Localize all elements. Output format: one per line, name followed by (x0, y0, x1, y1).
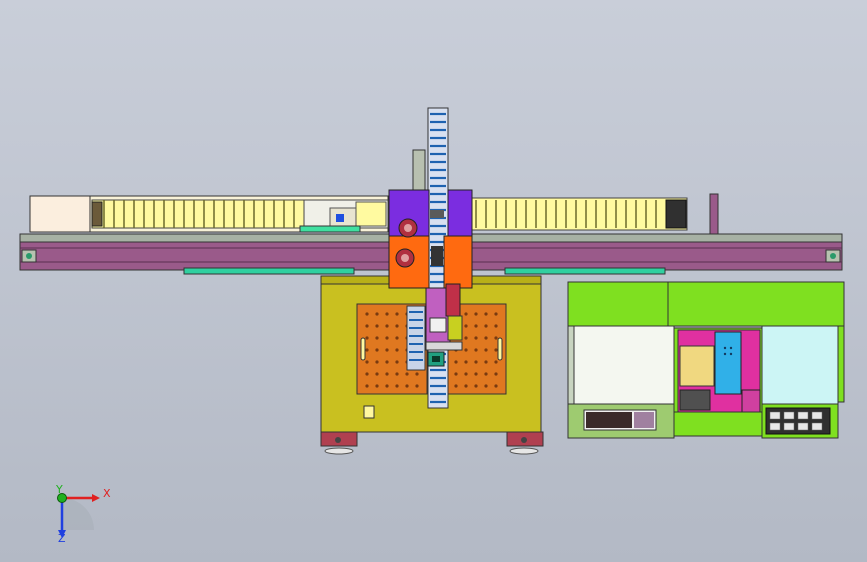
left-belt-conveyor[interactable] (29, 195, 389, 233)
triad-z-label: Z (58, 532, 66, 545)
triad-y-label: Y (55, 483, 63, 496)
right-belt-conveyor[interactable] (454, 193, 719, 235)
triad-x-label: X (103, 487, 111, 500)
orientation-triad: X Y Z (55, 483, 111, 545)
control-cabinet[interactable] (567, 281, 845, 439)
cad-viewport[interactable]: X Y Z (0, 0, 867, 562)
